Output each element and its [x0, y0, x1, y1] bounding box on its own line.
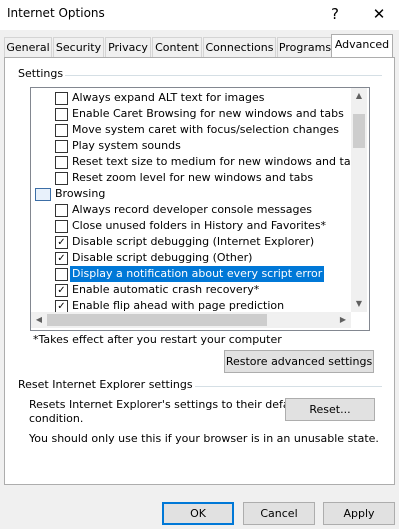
settings-tree[interactable]: Always expand ALT text for images Enable…	[30, 87, 370, 331]
checkbox[interactable]	[55, 156, 68, 169]
scroll-left-icon[interactable]: ◀	[31, 312, 47, 328]
tab-connections[interactable]: Connections	[203, 37, 276, 57]
vertical-scroll-thumb[interactable]	[353, 114, 365, 148]
reset-button[interactable]: Reset...	[285, 398, 375, 421]
tab-general[interactable]: General	[4, 37, 52, 57]
tab-privacy[interactable]: Privacy	[105, 37, 151, 57]
title-bar: Internet Options ? ✕	[0, 0, 399, 30]
checkbox[interactable]	[55, 124, 68, 137]
horizontal-scroll-thumb[interactable]	[47, 314, 267, 326]
checkbox[interactable]	[55, 92, 68, 105]
settings-group-label: Settings	[16, 67, 66, 80]
close-button[interactable]: ✕	[366, 2, 392, 26]
help-button[interactable]: ?	[322, 2, 348, 26]
checkbox[interactable]	[55, 268, 68, 281]
scroll-down-icon[interactable]: ▼	[351, 296, 367, 312]
horizontal-scrollbar[interactable]: ◀ ▶	[31, 312, 351, 328]
vertical-scrollbar[interactable]: ▲ ▼	[351, 88, 367, 312]
checkbox[interactable]	[55, 108, 68, 121]
reset-description-line1: Resets Internet Explorer's settings to t…	[29, 398, 304, 411]
browsing-category-icon	[35, 188, 51, 201]
scroll-right-icon[interactable]: ▶	[335, 312, 351, 328]
tab-security[interactable]: Security	[53, 37, 104, 57]
tab-programs[interactable]: Programs	[277, 37, 333, 57]
tab-advanced[interactable]: Advanced	[331, 34, 393, 58]
checkbox-checked-icon[interactable]: ✓	[55, 252, 68, 265]
checkbox[interactable]	[55, 140, 68, 153]
checkbox-checked-icon[interactable]: ✓	[55, 284, 68, 297]
restart-note: *Takes effect after you restart your com…	[33, 333, 282, 346]
settings-group-border	[18, 75, 382, 76]
checkbox[interactable]	[55, 220, 68, 233]
apply-button[interactable]: Apply	[323, 502, 395, 525]
reset-group-label: Reset Internet Explorer settings	[16, 378, 195, 391]
scroll-up-icon[interactable]: ▲	[351, 88, 367, 104]
ok-button[interactable]: OK	[162, 502, 234, 525]
tab-content[interactable]: Content	[152, 37, 202, 57]
restore-advanced-settings-button[interactable]: Restore advanced settings	[224, 350, 374, 373]
checkbox[interactable]	[55, 204, 68, 217]
reset-description-line2: condition.	[29, 412, 84, 425]
cancel-button[interactable]: Cancel	[243, 502, 315, 525]
reset-warning: You should only use this if your browser…	[29, 432, 379, 445]
checkbox-checked-icon[interactable]: ✓	[55, 236, 68, 249]
window-title: Internet Options	[7, 6, 105, 20]
checkbox[interactable]	[55, 172, 68, 185]
